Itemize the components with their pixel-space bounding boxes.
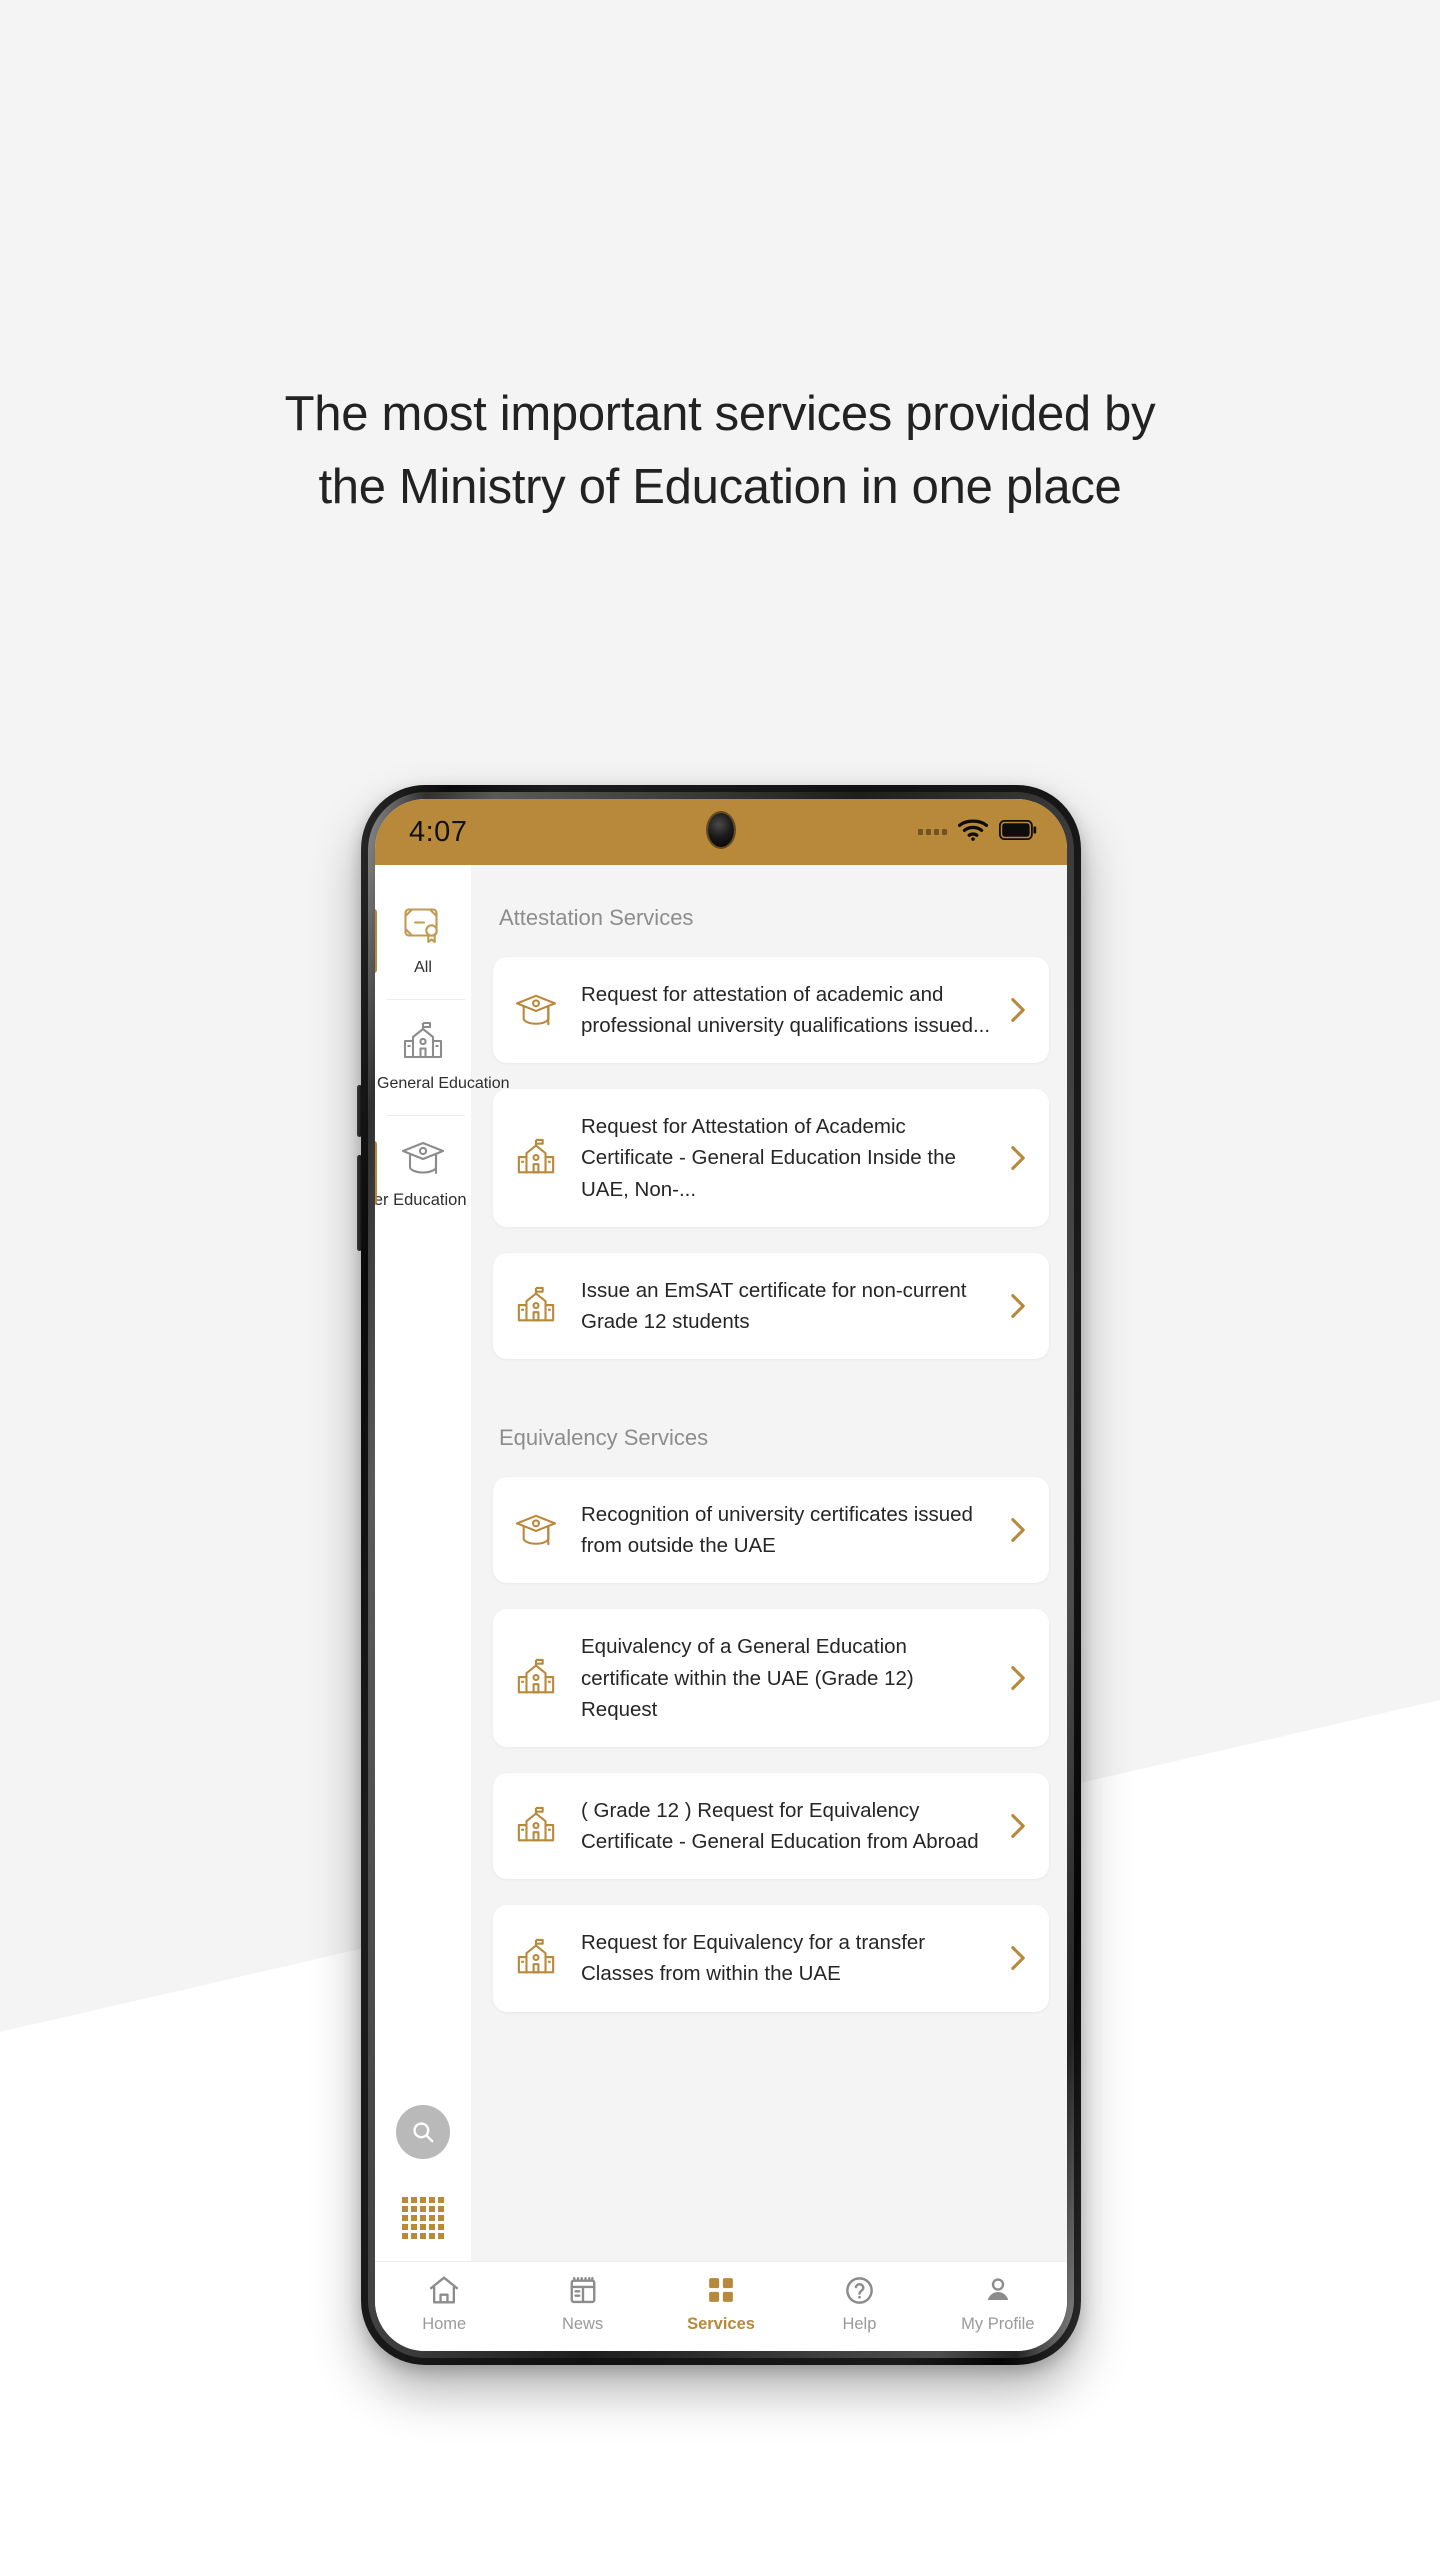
rail-item-label: gher Education (375, 1190, 467, 1209)
service-card[interactable]: Recognition of university certificates i… (493, 1477, 1049, 1584)
rail-bottom-tools (375, 2105, 471, 2261)
section-title-attestation: Attestation Services (499, 905, 694, 930)
service-card-title: ( Grade 12 ) Request for Equivalency Cer… (581, 1798, 979, 1854)
graduation-cap-icon (505, 1512, 567, 1548)
status-bar-indicators (918, 818, 1037, 846)
service-card-title: Issue an EmSAT certificate for non-curre… (581, 1278, 967, 1333)
school-building-icon (505, 1138, 567, 1178)
service-card[interactable]: Request for Attestation of Academic Cert… (493, 1089, 1049, 1227)
rail-item-higher-education[interactable]: gher Education (375, 1114, 471, 1231)
service-card-title: Request for Attestation of Academic Cert… (581, 1115, 956, 1201)
rail-item-label: All (414, 959, 432, 976)
school-building-icon (505, 1286, 567, 1326)
nav-item-news[interactable]: News (513, 2273, 651, 2334)
bottom-navigation: Home News Services Help My Profile (375, 2261, 1067, 2351)
punch-hole-camera-icon (708, 813, 734, 847)
question-circle-icon (790, 2273, 928, 2307)
app-body: All General Education er Education Attes… (375, 865, 1067, 2261)
signal-dots-icon (918, 829, 947, 835)
phone-button-volume[interactable] (357, 1085, 362, 1137)
nav-item-label: Help (842, 2315, 877, 2333)
phone-screen: 4:07 All General Education er Education … (375, 799, 1067, 2351)
school-building-icon (505, 1806, 567, 1846)
rail-item-general-education[interactable]: General Education (375, 998, 510, 1115)
phone-mockup: 4:07 All General Education er Education … (357, 785, 1081, 2365)
service-card[interactable]: Request for Equivalency for a transfer C… (493, 1905, 1049, 2012)
phone-button-power[interactable] (357, 1155, 362, 1251)
service-card[interactable]: Issue an EmSAT certificate for non-curre… (493, 1252, 1049, 1360)
person-icon (929, 2273, 1067, 2307)
chevron-right-icon[interactable] (1005, 1293, 1031, 1319)
search-icon[interactable] (396, 2105, 450, 2159)
school-building-icon (505, 1938, 567, 1978)
page-root: The most important services provided by … (0, 0, 1440, 2560)
service-card[interactable]: Equivalency of a General Education certi… (493, 1609, 1049, 1747)
battery-full-icon (998, 819, 1037, 845)
service-card-title: Request for attestation of academic and … (581, 983, 991, 1038)
nav-item-label: Home (422, 2315, 467, 2333)
certificate-icon (377, 903, 469, 949)
nav-item-label: My Profile (961, 2315, 1035, 2333)
page-headline: The most important services provided by … (0, 378, 1440, 523)
service-card-title: Recognition of university certificates i… (581, 1503, 973, 1558)
chevron-right-icon[interactable] (1005, 1945, 1031, 1971)
newspaper-icon (513, 2273, 651, 2307)
grid-squares-icon (652, 2273, 790, 2307)
school-building-icon (377, 1019, 469, 1065)
headline-line-2: the Ministry of Education in one place (318, 459, 1122, 514)
chevron-right-icon[interactable] (1005, 997, 1031, 1023)
nav-item-services[interactable]: Services (652, 2273, 790, 2334)
school-building-icon (505, 1658, 567, 1698)
service-card[interactable]: Request for attestation of academic and … (493, 957, 1049, 1064)
chevron-right-icon[interactable] (1005, 1813, 1031, 1839)
graduation-cap-icon (505, 992, 567, 1028)
category-rail: All General Education er Education (375, 865, 510, 2261)
rail-item-all[interactable]: All (375, 883, 471, 999)
nav-item-home[interactable]: Home (375, 2273, 513, 2334)
status-bar: 4:07 (375, 799, 1067, 865)
nav-item-label: News (561, 2315, 604, 2333)
status-bar-time: 4:07 (409, 815, 468, 848)
service-card-title: Equivalency of a General Education certi… (581, 1635, 914, 1721)
service-card[interactable]: ( Grade 12 ) Request for Equivalency Cer… (493, 1772, 1049, 1880)
graduation-cap-icon (377, 1135, 469, 1181)
nav-item-my-profile[interactable]: My Profile (929, 2273, 1067, 2334)
chevron-right-icon[interactable] (1005, 1665, 1031, 1691)
nav-item-label: Services (687, 2315, 755, 2333)
nav-item-help[interactable]: Help (790, 2273, 928, 2334)
services-list[interactable]: Attestation Services Request for attesta… (471, 865, 1067, 2261)
section-title-equivalency: Equivalency Services (499, 1425, 709, 1451)
wifi-icon (957, 818, 989, 846)
chevron-right-icon[interactable] (1005, 1145, 1031, 1171)
rail-item-label: General Education (377, 1074, 510, 1092)
home-icon (375, 2273, 513, 2307)
chevron-right-icon[interactable] (1005, 1517, 1031, 1543)
service-card-title: Request for Equivalency for a transfer C… (581, 1931, 926, 1986)
dot-grid-icon[interactable] (402, 2197, 444, 2239)
headline-line-1: The most important services provided by (284, 387, 1156, 441)
